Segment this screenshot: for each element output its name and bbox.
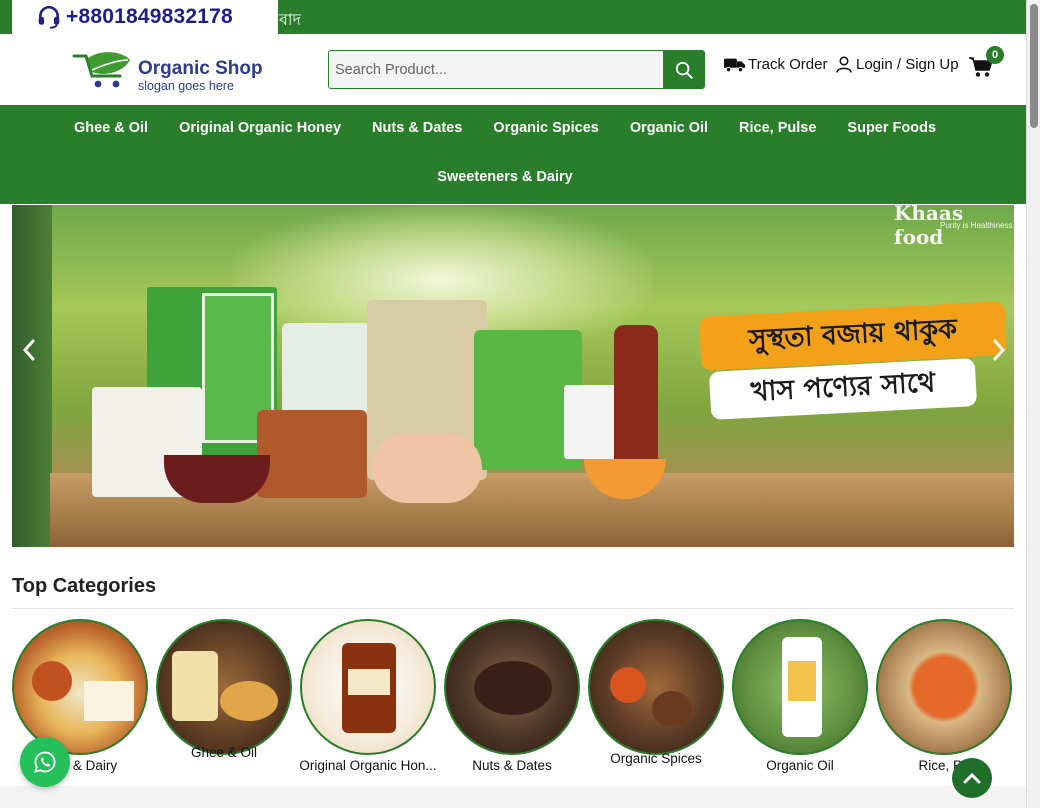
- product-bottle: [614, 325, 658, 465]
- headset-icon: [38, 5, 60, 29]
- category-label: Nuts & Dates: [472, 758, 552, 773]
- category-card-ghee-oil[interactable]: Ghee & Oil: [156, 619, 292, 760]
- search-input[interactable]: [329, 51, 663, 88]
- nav-item-organic-honey[interactable]: Original Organic Honey: [179, 120, 341, 136]
- nav-item-rice-pulse[interactable]: Rice, Pulse: [739, 120, 816, 136]
- chevron-up-icon: [963, 772, 981, 784]
- login-link[interactable]: Login / Sign Up: [836, 56, 959, 73]
- chevron-right-icon: [993, 339, 1006, 361]
- search-bar: [328, 50, 705, 89]
- page-scrollbar[interactable]: [1026, 0, 1040, 808]
- product-jars: [257, 410, 367, 498]
- hero-banner[interactable]: Khaas food Purity is Healthiness সুস্থতা…: [12, 205, 1014, 547]
- product-chicken: [372, 433, 482, 503]
- section-divider: [12, 608, 1014, 609]
- category-card-organic-honey[interactable]: Original Organic Hon...: [299, 619, 437, 773]
- category-label: Organic Oil: [766, 758, 834, 773]
- banner-watermark-sub: Purity is Healthiness: [940, 221, 1013, 230]
- category-image: [588, 619, 724, 755]
- section-title: Top Categories: [12, 575, 157, 597]
- category-image: [732, 619, 868, 755]
- category-card-rice-pulse[interactable]: Rice, Pu: [876, 619, 1012, 773]
- nav-row-1: Ghee & Oil Original Organic Honey Nuts &…: [0, 120, 1018, 136]
- category-card-sweeteners-dairy[interactable]: ners & Dairy: [12, 619, 148, 773]
- category-card-organic-spices[interactable]: Organic Spices: [588, 619, 724, 766]
- whatsapp-icon: [34, 751, 56, 773]
- logo-brand: Organic Shop: [138, 58, 263, 79]
- category-card-nuts-dates[interactable]: Nuts & Dates: [444, 619, 580, 773]
- category-image: [300, 619, 436, 755]
- category-label: Ghee & Oil: [190, 745, 258, 760]
- carousel-next-button[interactable]: [984, 335, 1014, 365]
- category-image: [156, 619, 292, 755]
- nav-item-ghee-oil[interactable]: Ghee & Oil: [74, 120, 148, 136]
- user-icon: [836, 56, 852, 73]
- track-order-label: Track Order: [748, 56, 828, 73]
- page: +8801849832178 বাদ Organic Shop slogan g…: [0, 0, 1026, 808]
- bottom-divider: [0, 786, 1026, 808]
- truck-icon: [724, 58, 746, 72]
- product-box-white: [564, 385, 620, 459]
- cart-count-badge: 0: [986, 46, 1004, 64]
- top-strip: +8801849832178 বাদ: [0, 0, 1026, 34]
- phone-number[interactable]: +8801849832178: [66, 5, 233, 29]
- announcement-text: বাদ: [279, 10, 301, 29]
- nav-item-super-foods[interactable]: Super Foods: [847, 120, 936, 136]
- category-card-organic-oil[interactable]: Organic Oil: [732, 619, 868, 773]
- carousel-prev-button[interactable]: [14, 335, 44, 365]
- scroll-to-top-button[interactable]: [952, 758, 992, 798]
- search-button[interactable]: [663, 51, 704, 88]
- track-order-link[interactable]: Track Order: [724, 56, 827, 73]
- category-image: [876, 619, 1012, 755]
- nav-item-nuts-dates[interactable]: Nuts & Dates: [372, 120, 462, 136]
- nav-row-2: Sweeteners & Dairy: [0, 169, 1018, 185]
- logo-cart-icon: [72, 52, 130, 88]
- category-image: [12, 619, 148, 755]
- category-label: Original Organic Hon...: [299, 758, 437, 773]
- search-icon: [675, 61, 693, 79]
- top-categories-section: Top Categories ners & Dairy Ghee & Oil O…: [0, 555, 1026, 808]
- banner-left-edge: [12, 205, 52, 547]
- login-label: Login / Sign Up: [856, 56, 959, 73]
- nav-item-sweeteners-dairy[interactable]: Sweeteners & Dairy: [437, 169, 572, 185]
- cart-button[interactable]: 0: [969, 46, 1005, 82]
- whatsapp-button[interactable]: [20, 737, 70, 787]
- category-nav: Ghee & Oil Original Organic Honey Nuts &…: [0, 105, 1026, 204]
- scrollbar-thumb[interactable]: [1030, 4, 1038, 128]
- nav-item-organic-oil[interactable]: Organic Oil: [630, 120, 708, 136]
- header: Organic Shop slogan goes here Track Orde…: [0, 34, 1026, 105]
- category-label: Organic Spices: [610, 751, 702, 766]
- phone-contact[interactable]: +8801849832178: [12, 0, 278, 34]
- logo[interactable]: Organic Shop slogan goes here: [72, 50, 263, 94]
- chevron-left-icon: [22, 339, 35, 361]
- nav-item-organic-spices[interactable]: Organic Spices: [493, 120, 599, 136]
- logo-slogan: slogan goes here: [138, 79, 234, 93]
- category-image: [444, 619, 580, 755]
- category-label: Rice, Pu: [918, 758, 970, 773]
